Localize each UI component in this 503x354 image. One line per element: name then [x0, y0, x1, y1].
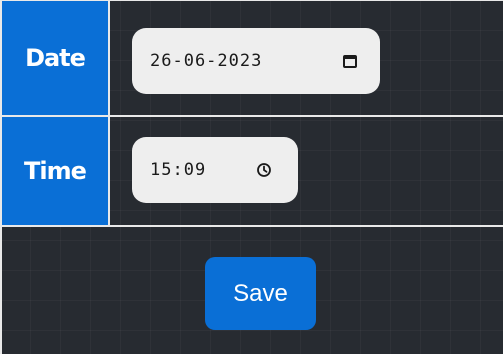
form-table: Date 26-06-2023 Time 15:09 Save	[0, 0, 503, 354]
save-button[interactable]: Save	[205, 257, 316, 330]
date-label: Date	[25, 44, 86, 72]
time-label: Time	[24, 157, 87, 185]
time-input-value: 15:09	[150, 160, 207, 180]
clock-icon[interactable]	[256, 162, 272, 178]
calendar-icon[interactable]	[342, 53, 358, 69]
time-row: Time 15:09	[2, 117, 503, 227]
date-label-cell: Date	[2, 1, 110, 115]
time-input[interactable]: 15:09	[132, 137, 298, 203]
date-row: Date 26-06-2023	[2, 1, 503, 117]
time-label-cell: Time	[2, 117, 110, 225]
date-input-value: 26-06-2023	[150, 51, 263, 71]
date-input[interactable]: 26-06-2023	[132, 28, 380, 94]
